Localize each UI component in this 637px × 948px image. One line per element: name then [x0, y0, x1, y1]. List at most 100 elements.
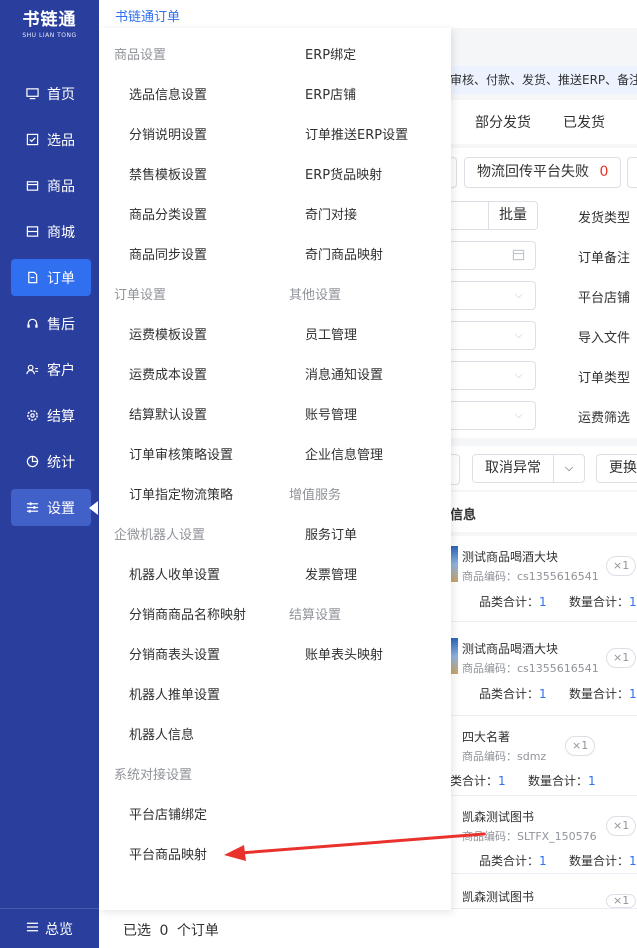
- menu-item-platform-shop-binding[interactable]: 平台店铺绑定: [129, 804, 207, 823]
- menu-item-logistics-policy[interactable]: 订单指定物流策略: [129, 484, 233, 503]
- menu-item-qimen-product-map[interactable]: 奇门商品映射: [305, 244, 383, 263]
- menu-item-notification-settings[interactable]: 消息通知设置: [305, 364, 383, 383]
- sidebar-item-products[interactable]: 商品: [11, 167, 91, 204]
- menu-item-staff-management[interactable]: 员工管理: [305, 324, 357, 343]
- list-item: 测试商品喝酒大块 商品编码：cs1355616541 ×1 品类合计：1 数量合…: [450, 536, 637, 622]
- menu-item-selection-info[interactable]: 选品信息设置: [129, 84, 207, 103]
- product-name: 凯森测试图书: [462, 810, 535, 824]
- menu-item-account-management[interactable]: 账号管理: [305, 404, 357, 423]
- sidebar-item-statistics[interactable]: 统计: [11, 443, 91, 480]
- sidebar-item-home[interactable]: 首页: [11, 75, 91, 112]
- menu-item-product-category[interactable]: 商品分类设置: [129, 204, 207, 223]
- batch-search-input[interactable]: [450, 201, 488, 230]
- sidebar-item-customers[interactable]: 客户: [11, 351, 91, 388]
- menu-item-qimen-integration[interactable]: 奇门对接: [305, 204, 357, 223]
- menu-item-forbidden-template[interactable]: 禁售模板设置: [129, 164, 207, 183]
- logistics-fail-label: 物流回传平台失败: [477, 164, 589, 180]
- menu-item-freight-template[interactable]: 运费模板设置: [129, 324, 207, 343]
- menu-pointer: [89, 501, 98, 515]
- import-file-select[interactable]: ⌵: [450, 321, 536, 350]
- more-action-button[interactable]: 更换: [596, 454, 637, 483]
- sidebar-item-label: 商城: [47, 224, 75, 241]
- product-qty: ×1: [606, 816, 637, 836]
- tab-partial-shipped[interactable]: 部分发货: [475, 112, 531, 132]
- product-qty: ×1: [606, 556, 637, 576]
- menu-item-erp-shop[interactable]: ERP店铺: [305, 84, 356, 103]
- filter-chip-more[interactable]: [627, 157, 637, 188]
- sliders-icon: [25, 501, 39, 515]
- product-name: 凯森测试图书: [462, 890, 535, 904]
- filter-label-freight: 运费筛选: [578, 411, 631, 426]
- menu-heading-value-added: 增值服务: [289, 488, 342, 503]
- menu-item-invoice-management[interactable]: 发票管理: [305, 564, 357, 583]
- filter-label-ship-type: 发货类型: [578, 211, 631, 226]
- product-code: 商品编码：SLTFX_150576: [462, 830, 597, 843]
- sidebar-item-label: 售后: [47, 316, 75, 333]
- breadcrumb-title[interactable]: 书链通订单: [115, 6, 180, 25]
- product-thumbnail: [450, 638, 458, 674]
- quantity-total: 数量合计：1: [528, 774, 596, 788]
- list-item: 测试商品喝酒大块 商品编码：cs1355616541 ×1 品类合计：1 数量合…: [450, 624, 637, 716]
- chevron-down-icon: ⌵: [514, 368, 523, 381]
- menu-item-enterprise-info[interactable]: 企业信息管理: [305, 444, 383, 463]
- product-code: 商品编码：sdmz: [462, 750, 547, 763]
- selected-suffix: 个订单: [176, 923, 219, 939]
- menu-item-distributor-name-map[interactable]: 分销商商品名称映射: [129, 604, 246, 623]
- sidebar-item-aftersales[interactable]: 售后: [11, 305, 91, 342]
- shop-select[interactable]: ⌵: [450, 281, 536, 310]
- order-type-select[interactable]: ⌵: [450, 361, 536, 390]
- menu-item-robot-receive[interactable]: 机器人收单设置: [129, 564, 220, 583]
- cancel-exception-dropdown[interactable]: ⌵: [553, 454, 585, 483]
- tab-shipped[interactable]: 已发货: [563, 112, 605, 132]
- sidebar-item-orders[interactable]: 订单: [11, 259, 91, 296]
- filter-label-import-file: 导入文件: [578, 331, 631, 346]
- sidebar: 书链通 SHU LIAN TONG 首页 选品 商品 商城 订单 售后 客户 结…: [0, 0, 99, 948]
- freight-select[interactable]: ⌵: [450, 401, 536, 430]
- overview-button[interactable]: 总览: [0, 908, 99, 948]
- menu-item-product-sync[interactable]: 商品同步设置: [129, 244, 207, 263]
- menu-icon: [26, 921, 39, 937]
- category-total: 品类合计：1: [479, 854, 547, 868]
- logistics-fail-chip[interactable]: 物流回传平台失败 0: [464, 157, 622, 188]
- menu-item-service-orders[interactable]: 服务订单: [305, 524, 357, 543]
- chevron-down-icon: ⌵: [564, 461, 574, 474]
- menu-item-order-review-policy[interactable]: 订单审核策略设置: [129, 444, 233, 463]
- menu-item-bill-header-map[interactable]: 账单表头映射: [305, 644, 383, 663]
- menu-heading-order-settings: 订单设置: [114, 288, 167, 303]
- menu-item-erp-goods-map[interactable]: ERP货品映射: [305, 164, 382, 183]
- sidebar-item-mall[interactable]: 商城: [11, 213, 91, 250]
- product-thumbnail: [450, 546, 458, 582]
- date-range-input[interactable]: [450, 241, 536, 270]
- list-item: 凯森测试图书 商品编码：SLTFX_150576 ×1 品类合计：1 数量合计：…: [450, 798, 637, 874]
- sidebar-item-label: 统计: [47, 454, 75, 471]
- category-total: 类合计：1: [450, 774, 506, 788]
- cancel-exception-button[interactable]: 取消异常: [472, 454, 554, 483]
- logo: 书链通 SHU LIAN TONG: [0, 8, 99, 40]
- list-item: 凯森测试图书 ×1: [450, 876, 637, 908]
- menu-item-freight-cost[interactable]: 运费成本设置: [129, 364, 207, 383]
- quantity-total: 数量合计：1: [569, 595, 637, 609]
- menu-item-robot-info[interactable]: 机器人信息: [129, 724, 194, 743]
- sidebar-item-selection[interactable]: 选品: [11, 121, 91, 158]
- batch-button[interactable]: 批量: [488, 201, 538, 230]
- sidebar-item-settings[interactable]: 设置: [11, 489, 91, 526]
- list-item: 四大名著 商品编码：sdmz ×1 类合计：1 数量合计：1: [450, 718, 637, 796]
- product-name: 测试商品喝酒大块: [462, 642, 559, 656]
- product-name: 四大名著: [462, 730, 511, 744]
- sidebar-item-label: 首页: [47, 86, 75, 103]
- calendar-icon: [512, 248, 525, 265]
- menu-item-order-push-erp[interactable]: 订单推送ERP设置: [305, 124, 408, 143]
- menu-item-settlement-default[interactable]: 结算默认设置: [129, 404, 207, 423]
- sidebar-item-label: 商品: [47, 178, 75, 195]
- menu-item-distribution-desc[interactable]: 分销说明设置: [129, 124, 207, 143]
- gear-icon: [25, 409, 39, 423]
- sidebar-item-settlement[interactable]: 结算: [11, 397, 91, 434]
- order-status-tabs: 部分发货 已发货: [450, 100, 637, 144]
- menu-item-distributor-header[interactable]: 分销商表头设置: [129, 644, 220, 663]
- pie-chart-icon: [25, 455, 39, 469]
- users-icon: [25, 363, 39, 377]
- menu-item-robot-push[interactable]: 机器人推单设置: [129, 684, 220, 703]
- list-header-info: 信息: [450, 508, 477, 523]
- menu-item-platform-product-mapping[interactable]: 平台商品映射: [129, 844, 207, 863]
- menu-item-erp-binding[interactable]: ERP绑定: [305, 44, 356, 63]
